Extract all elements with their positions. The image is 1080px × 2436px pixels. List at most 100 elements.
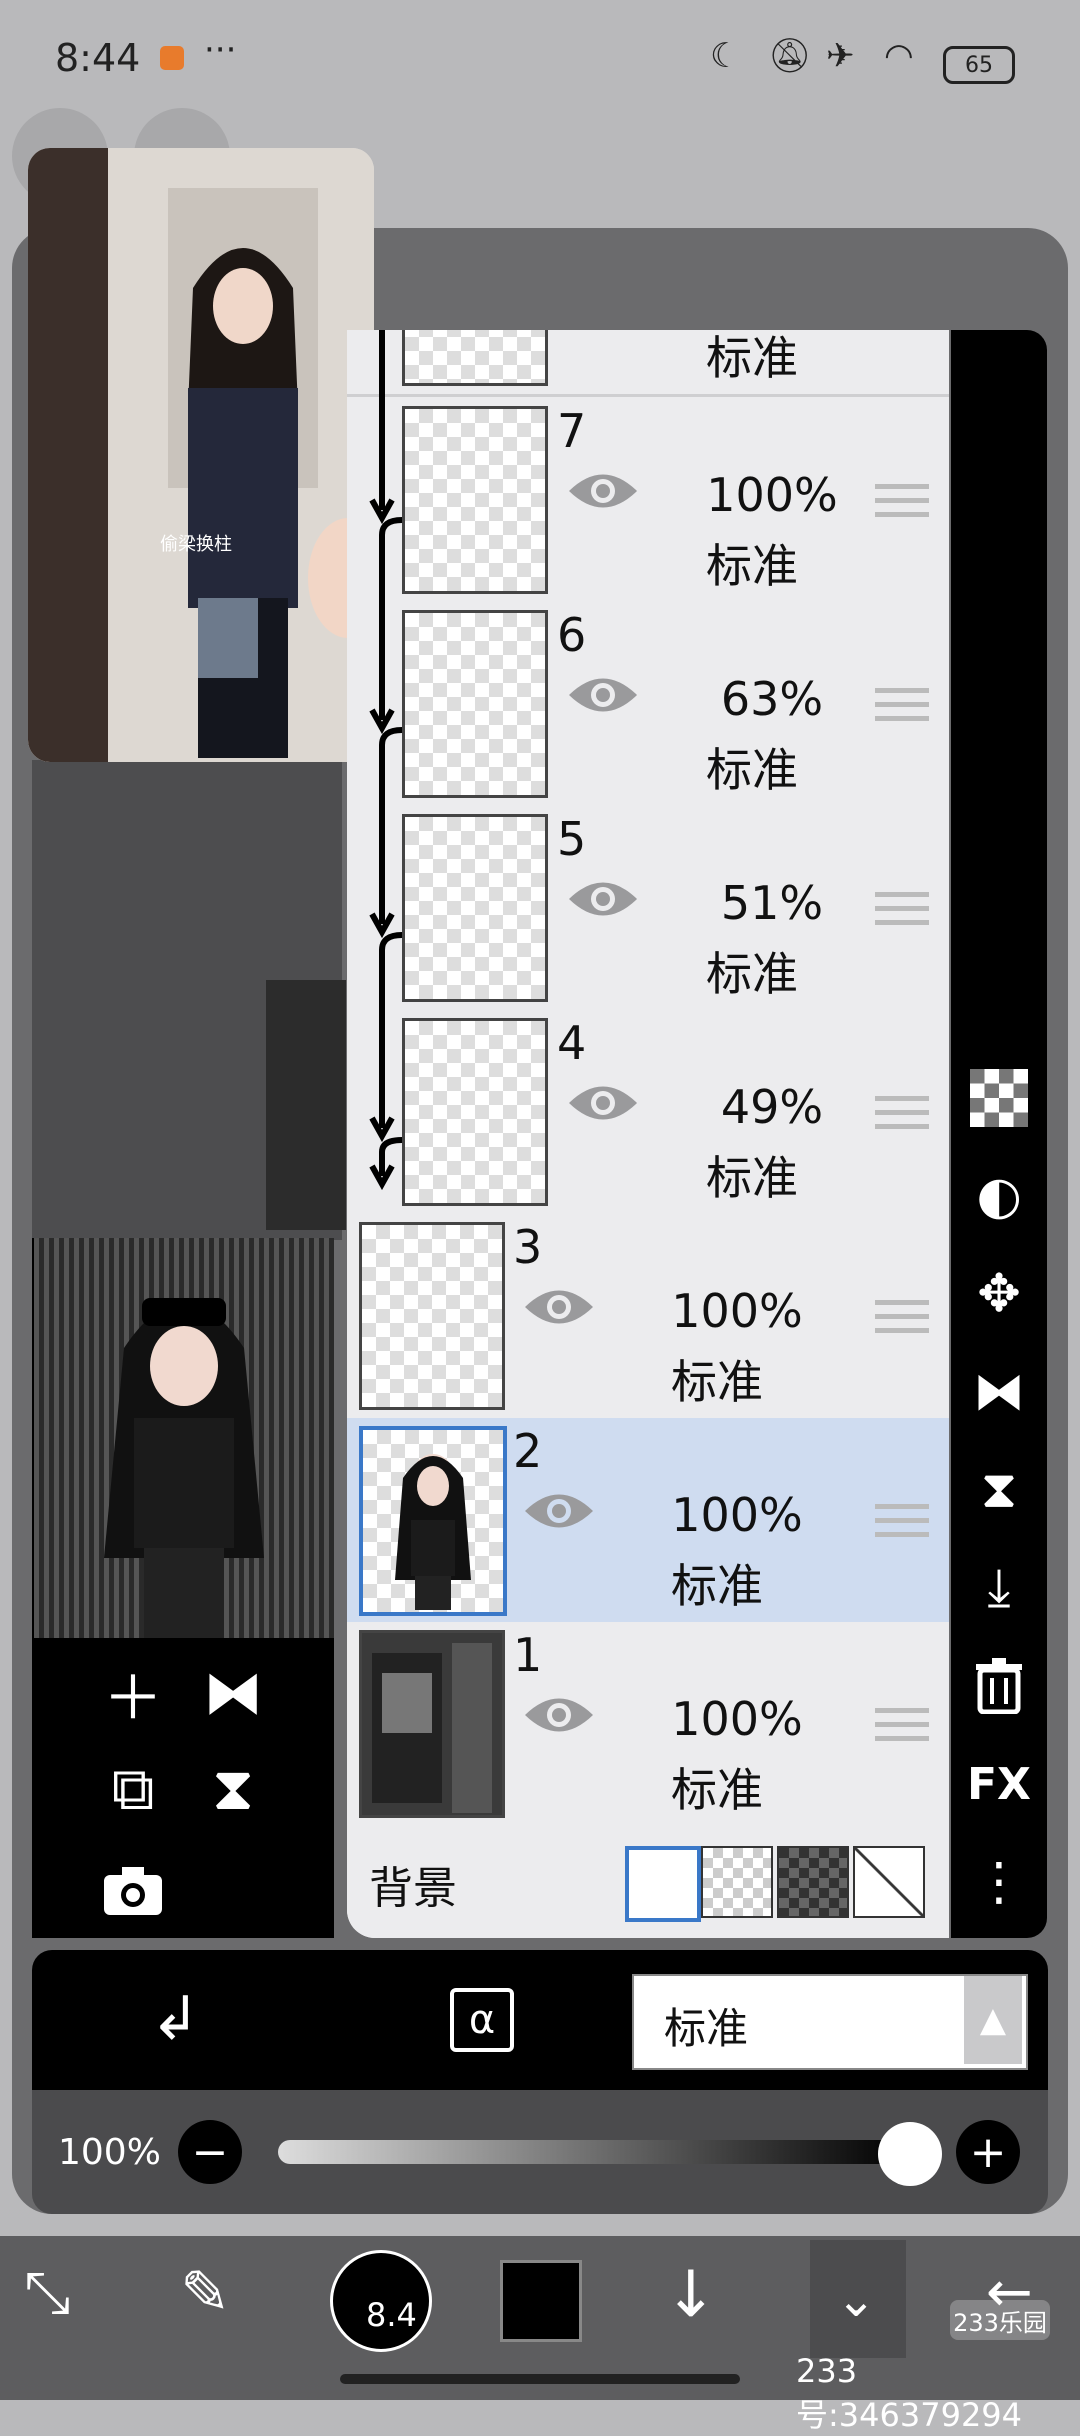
layer-down-icon[interactable]: ↓ — [664, 2258, 718, 2332]
blend-mode-value: 标准 — [664, 2004, 749, 2053]
layer-blend-mode: 标准 — [706, 947, 798, 1001]
background-label: 背景 — [369, 1863, 457, 1914]
layer-blend-mode: 标准 — [671, 1355, 763, 1409]
notification-app-icon — [160, 46, 184, 70]
drag-handle-icon[interactable] — [875, 892, 929, 934]
layer-thumbnail — [359, 1630, 505, 1818]
drag-handle-icon[interactable] — [875, 1096, 929, 1138]
layer-number: 4 — [557, 1016, 587, 1070]
layer-row-2[interactable]: 2 100% 标准 — [347, 1418, 949, 1625]
layer-number: 5 — [557, 812, 587, 866]
background-transparent-swatch[interactable] — [701, 1846, 773, 1918]
layer-thumbnail — [402, 330, 548, 386]
watermark-logo: 233乐园 — [950, 2300, 1050, 2340]
layer-number: 1 — [513, 1628, 543, 1682]
layer-blend-mode: 标准 — [706, 1151, 798, 1205]
layer-opacity: 63% — [720, 672, 824, 726]
add-layer-icon[interactable]: ＋ — [88, 1648, 178, 1738]
background-row[interactable]: 背景 — [347, 1818, 949, 1938]
layer-number: 3 — [513, 1220, 543, 1274]
fx-button[interactable]: FX — [965, 1750, 1033, 1818]
move-icon[interactable]: ✥ — [965, 1260, 1033, 1328]
eye-icon[interactable] — [565, 670, 641, 720]
duplicate-layer-icon[interactable]: ⧉ — [88, 1744, 178, 1834]
moon-icon: ☾ — [710, 36, 741, 76]
checker-transparency-icon[interactable] — [965, 1064, 1033, 1132]
camera-icon[interactable] — [88, 1846, 178, 1936]
home-indicator[interactable] — [340, 2374, 740, 2384]
opacity-slider[interactable] — [278, 2140, 906, 2164]
canvas-thumbnail — [34, 1238, 334, 1638]
eye-icon[interactable] — [521, 1486, 597, 1536]
eye-icon[interactable] — [565, 1078, 641, 1128]
layer-row-partial[interactable]: 标准 — [347, 330, 949, 397]
layer-opacity: 51% — [720, 876, 824, 930]
clipping-toggle-icon[interactable]: ↲ — [150, 1984, 200, 2054]
opacity-increase-button[interactable]: + — [956, 2120, 1020, 2184]
blend-mode-arrow-icon[interactable]: ▲ — [964, 1976, 1022, 2064]
layer-opacity: 100% — [671, 1284, 803, 1338]
eye-icon[interactable] — [565, 466, 641, 516]
layer-list[interactable]: 标准 7 100% 标准 6 63% 标准 5 51% 标准 4 49% 标准 … — [347, 330, 949, 1938]
brush-tool-icon[interactable]: ✎ — [180, 2258, 230, 2328]
video-caption: 偷梁换柱 — [160, 534, 232, 555]
layer-blend-mode: 标准 — [671, 1763, 763, 1817]
opacity-slider-knob[interactable] — [878, 2122, 942, 2186]
layer-row-5[interactable]: 5 51% 标准 — [347, 806, 949, 1013]
brush-size-value: 8.4 — [366, 2296, 417, 2334]
eye-icon[interactable] — [521, 1690, 597, 1740]
watermark-text: 233号:346379294 — [796, 2352, 1023, 2434]
background-none-swatch[interactable] — [853, 1846, 925, 1918]
layer-row-3[interactable]: 3 100% 标准 — [347, 1214, 949, 1421]
drag-handle-icon[interactable] — [875, 1300, 929, 1342]
invert-icon[interactable]: ◐ — [965, 1162, 1033, 1230]
drag-handle-icon[interactable] — [875, 688, 929, 730]
status-time: 8:44 — [55, 36, 141, 80]
background-dark-swatch[interactable] — [777, 1846, 849, 1918]
drag-handle-icon[interactable] — [875, 1708, 929, 1750]
background-white-swatch[interactable] — [625, 1846, 701, 1922]
layer-thumbnail — [402, 610, 548, 798]
layer-row-6[interactable]: 6 63% 标准 — [347, 602, 949, 809]
layer-thumbnail — [359, 1222, 505, 1410]
merge-down-icon[interactable]: ⤓ — [965, 1554, 1033, 1622]
background-photo-strip — [266, 980, 346, 1230]
layer-number: 7 — [557, 404, 587, 458]
eye-icon[interactable] — [565, 874, 641, 924]
layer-row-1[interactable]: 1 100% 标准 — [347, 1622, 949, 1829]
floating-video-window[interactable] — [28, 148, 374, 762]
transform-tool-icon[interactable]: ⤡ — [24, 2258, 70, 2327]
more-dots: ··· — [204, 30, 237, 70]
layer-blend-mode: 标准 — [706, 743, 798, 797]
layer-row-4[interactable]: 4 49% 标准 — [347, 1010, 949, 1217]
chevron-down-icon: ⌄ — [836, 2272, 877, 2328]
layer-thumbnail — [359, 1426, 507, 1616]
opacity-value: 100% — [58, 2132, 161, 2173]
flip-vertical-icon[interactable]: ⧗ — [188, 1744, 278, 1834]
airplane-icon: ✈ — [826, 36, 855, 76]
flip-horizontal-icon[interactable]: ⧓ — [188, 1648, 278, 1738]
eye-icon[interactable] — [521, 1282, 597, 1332]
more-vertical-icon[interactable]: ⋮ — [965, 1848, 1033, 1916]
delete-icon[interactable] — [965, 1652, 1033, 1720]
layer-blend-mode: 标准 — [706, 331, 798, 385]
layer-thumbnail — [402, 406, 548, 594]
layer-number: 2 — [513, 1424, 543, 1478]
layer-right-toolbar: ◐ ✥ ⧓ ⧗ ⤓ FX ⋮ — [951, 330, 1047, 1938]
layer-opacity: 100% — [706, 468, 838, 522]
layer-opacity: 100% — [671, 1488, 803, 1542]
opacity-decrease-button[interactable]: − — [178, 2120, 242, 2184]
flip-horizontal-layer-icon[interactable]: ⧓ — [965, 1358, 1033, 1426]
drag-handle-icon[interactable] — [875, 484, 929, 526]
color-picker-button[interactable] — [500, 2260, 582, 2342]
layer-opacity: 100% — [671, 1692, 803, 1746]
battery-indicator: 65 — [943, 46, 1015, 84]
drag-handle-icon[interactable] — [875, 1504, 929, 1546]
flip-vertical-layer-icon[interactable]: ⧗ — [965, 1456, 1033, 1524]
layer-row-7[interactable]: 7 100% 标准 — [347, 398, 949, 605]
alpha-lock-icon[interactable]: α — [450, 1988, 514, 2052]
layer-thumbnail — [402, 1018, 548, 1206]
clipping-indicator — [369, 330, 403, 1191]
layer-blend-mode: 标准 — [706, 539, 798, 593]
mute-icon: 🔕︎ — [768, 36, 812, 76]
